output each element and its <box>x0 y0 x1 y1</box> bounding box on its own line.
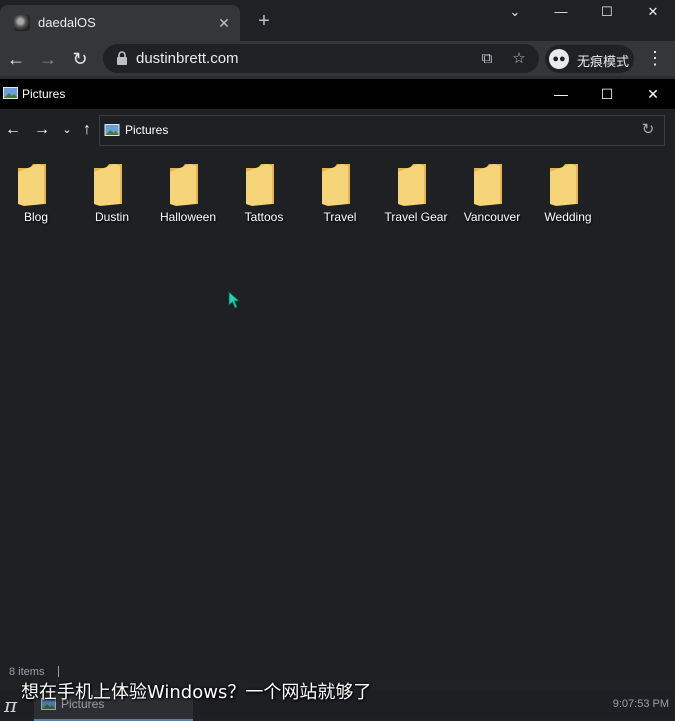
tab-search-icon[interactable]: ⌄ <box>495 0 535 26</box>
folder-label: Dustin <box>94 210 129 224</box>
lock-icon <box>117 51 127 65</box>
folder-icon <box>398 164 426 206</box>
forward-arrow-icon[interactable]: → <box>36 47 60 71</box>
video-subtitle: 想在手机上体验Windows？一个网站就够了 <box>21 682 372 703</box>
pictures-folder-icon <box>3 87 18 99</box>
taskbar-clock[interactable]: 9:07:53 PM <box>613 698 669 710</box>
tab-title: daedalOS <box>38 15 96 30</box>
folder-grid: Blog Dustin Halloween Tattoos Travel Tra… <box>0 159 675 239</box>
incognito-icon: ●● <box>549 49 569 69</box>
folder-label: Tattoos <box>244 210 284 224</box>
explorer-navbar: ← → ⌄ ↑ Pictures ↻ <box>0 109 675 151</box>
folder-item[interactable]: Blog <box>0 159 74 233</box>
folder-item[interactable]: Travel Gear <box>378 159 454 233</box>
address-bar[interactable]: dustinbrett.com ⧉ ☆ <box>103 44 539 73</box>
back-arrow-icon[interactable]: ← <box>4 47 28 71</box>
window-minimize-button[interactable]: — <box>542 82 580 106</box>
window-titlebar[interactable]: Pictures — ☐ ✕ <box>0 79 675 109</box>
folder-label: Travel <box>323 210 357 224</box>
translate-icon[interactable]: ⧉ <box>477 49 497 69</box>
favicon-icon <box>14 15 30 31</box>
folder-item[interactable]: Wedding <box>530 159 606 233</box>
folder-icon <box>170 164 198 206</box>
incognito-badge[interactable]: ●● 无痕模式 <box>545 45 634 73</box>
browser-tab[interactable]: daedalOS ✕ <box>0 5 240 41</box>
up-arrow-icon[interactable]: ↑ <box>76 119 98 141</box>
window-title: Pictures <box>22 87 66 101</box>
url-text[interactable]: dustinbrett.com <box>136 50 239 67</box>
folder-item[interactable]: Travel <box>302 159 378 233</box>
browser-menu-icon[interactable]: ⋮ <box>645 47 665 71</box>
folder-label: Halloween <box>159 210 217 224</box>
back-arrow-icon[interactable]: ← <box>2 119 24 141</box>
reload-icon[interactable]: ↻ <box>68 47 92 71</box>
folder-item[interactable]: Vancouver <box>454 159 530 233</box>
browser-minimize-button[interactable]: — <box>541 0 581 26</box>
folder-icon <box>94 164 122 206</box>
folder-item[interactable]: Dustin <box>74 159 150 233</box>
incognito-label: 无痕模式 <box>577 54 630 69</box>
folder-icon <box>18 164 46 206</box>
bookmark-star-icon[interactable]: ☆ <box>509 49 529 69</box>
folder-label: Wedding <box>544 210 592 224</box>
explorer-window: Pictures — ☐ ✕ ← → ⌄ ↑ Pictures ↻ Blog D… <box>0 79 675 659</box>
folder-label: Travel Gear <box>384 210 448 224</box>
explorer-address-bar[interactable]: Pictures ↻ <box>99 115 665 146</box>
browser-close-button[interactable]: ✕ <box>633 0 673 26</box>
window-close-button[interactable]: ✕ <box>634 82 672 106</box>
explorer-statusbar: 8 items <box>0 659 675 679</box>
folder-label: Vancouver <box>463 210 521 224</box>
address-text[interactable]: Pictures <box>125 123 168 137</box>
pictures-folder-icon <box>104 124 120 136</box>
forward-arrow-icon[interactable]: → <box>31 119 53 141</box>
folder-icon <box>322 164 350 206</box>
folder-icon <box>474 164 502 206</box>
window-maximize-button[interactable]: ☐ <box>588 82 626 106</box>
browser-maximize-button[interactable]: ☐ <box>587 0 627 26</box>
item-count: 8 items <box>9 666 45 678</box>
status-divider <box>58 666 59 677</box>
folder-icon <box>550 164 578 206</box>
folder-label: Blog <box>23 210 49 224</box>
browser-toolbar: ← → ↻ dustinbrett.com ⧉ ☆ ●● 无痕模式 ⋮ <box>0 41 675 76</box>
recent-locations-chevron-icon[interactable]: ⌄ <box>56 119 78 141</box>
mouse-cursor-icon <box>228 291 241 309</box>
new-tab-button[interactable]: + <box>252 10 276 34</box>
folder-item[interactable]: Halloween <box>150 159 226 233</box>
refresh-icon[interactable]: ↻ <box>638 120 658 140</box>
browser-tab-strip: daedalOS ✕ + ⌄ — ☐ ✕ <box>0 0 675 41</box>
folder-icon <box>246 164 274 206</box>
folder-item[interactable]: Tattoos <box>226 159 302 233</box>
tab-close-icon[interactable]: ✕ <box>214 13 234 33</box>
